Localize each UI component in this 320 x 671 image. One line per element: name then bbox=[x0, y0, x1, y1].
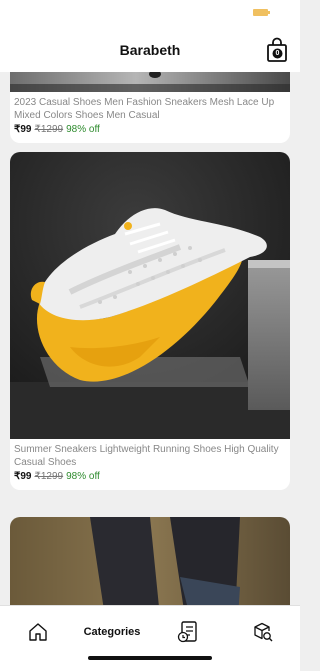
product-feed[interactable]: 2023 Casual Shoes Men Fashion Sneakers M… bbox=[0, 72, 300, 605]
product-card[interactable]: 2023 Casual Shoes Men Fashion Sneakers M… bbox=[10, 72, 290, 143]
product-discount: 98% off bbox=[66, 124, 100, 135]
product-price: ₹99 bbox=[14, 124, 32, 135]
product-info: Summer Sneakers Lightweight Running Shoe… bbox=[10, 439, 290, 490]
nav-explore[interactable] bbox=[252, 621, 274, 643]
bottom-nav: Categories bbox=[0, 605, 300, 671]
product-card[interactable]: Summer Sneakers Lightweight Running Shoe… bbox=[10, 152, 290, 490]
product-mrp: ₹1299 bbox=[34, 471, 64, 482]
product-image[interactable] bbox=[10, 72, 290, 92]
product-price: ₹99 bbox=[14, 471, 32, 482]
battery-icon bbox=[253, 9, 270, 16]
cart-button[interactable]: 0 bbox=[266, 37, 288, 63]
product-discount: 98% off bbox=[66, 471, 100, 482]
price-row: ₹99 ₹1299 98% off bbox=[14, 124, 286, 135]
home-icon bbox=[29, 623, 47, 641]
box-search-icon bbox=[254, 622, 273, 642]
cart-count-badge: 0 bbox=[275, 50, 280, 57]
orders-icon bbox=[177, 621, 197, 643]
product-card[interactable] bbox=[10, 517, 290, 605]
product-title: Summer Sneakers Lightweight Running Shoe… bbox=[14, 444, 279, 468]
app-title: Barabeth bbox=[119, 42, 181, 58]
home-indicator bbox=[88, 656, 212, 660]
app-header: Barabeth 0 bbox=[0, 28, 300, 72]
product-mrp: ₹1299 bbox=[34, 124, 64, 135]
product-title: 2023 Casual Shoes Men Fashion Sneakers M… bbox=[14, 97, 275, 121]
product-image[interactable] bbox=[10, 152, 290, 439]
status-bar bbox=[0, 0, 300, 28]
nav-categories[interactable]: Categories bbox=[72, 626, 152, 638]
nav-home[interactable] bbox=[28, 622, 48, 642]
product-info: 2023 Casual Shoes Men Fashion Sneakers M… bbox=[10, 92, 290, 143]
product-image[interactable] bbox=[10, 517, 290, 605]
price-row: ₹99 ₹1299 98% off bbox=[14, 471, 286, 482]
nav-orders[interactable] bbox=[177, 620, 199, 644]
